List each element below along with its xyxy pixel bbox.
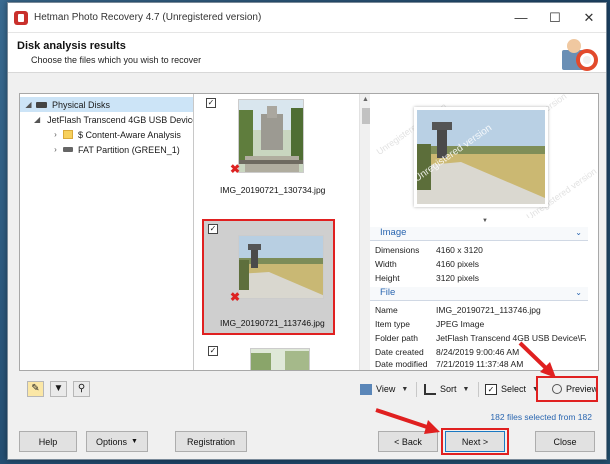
prop-label: Date created [375, 347, 424, 357]
prop-label: Folder path [375, 333, 418, 343]
image-section-header[interactable]: Image ⌄ [370, 227, 588, 241]
help-button[interactable]: Help [19, 431, 77, 452]
lifebuoy-logo-icon [562, 39, 598, 71]
tree-item-usb-device[interactable]: ◢ JetFlash Transcend 4GB USB Device [20, 112, 193, 127]
bottom-toolbar: ✎ ▼ ⚲ View ▼ Sort ▼ ✓ Select ▼ Preview [19, 374, 599, 404]
maximize-button[interactable]: ☐ [538, 3, 572, 33]
thumbnail-checkbox[interactable]: ✓ [206, 98, 216, 108]
scroll-up-icon[interactable]: ▲ [360, 96, 370, 103]
prop-value: 4160 pixels [436, 259, 480, 269]
prop-label: Height [375, 273, 400, 283]
page-title: Disk analysis results [17, 40, 126, 52]
prop-value: 7/21/2019 11:37:48 AM [436, 359, 524, 369]
sort-icon [424, 383, 436, 395]
preview-magnifier-icon [551, 384, 562, 394]
select-label: Select [501, 384, 527, 394]
dropdown-arrow-icon: ▼ [401, 385, 409, 393]
deleted-file-icon: ✖ [230, 290, 241, 304]
toolbar-separator [416, 382, 417, 397]
deleted-file-icon: ✖ [230, 162, 241, 176]
notes-icon[interactable]: ✎ [27, 381, 44, 397]
app-logo-icon [14, 10, 28, 25]
thumbnail-checkbox[interactable]: ✓ [208, 346, 218, 356]
tree-item-label: FAT Partition (GREEN_1) [78, 144, 180, 155]
close-window-button[interactable]: ✕ [572, 3, 606, 33]
tree-item-label: $ Content-Aware Analysis [78, 129, 181, 140]
dropdown-arrow-icon: ▼ [131, 438, 138, 445]
close-button[interactable]: Close [535, 431, 595, 452]
sort-button[interactable]: Sort ▼ [424, 380, 469, 398]
view-icon [360, 383, 372, 395]
view-button[interactable]: View ▼ [360, 380, 408, 398]
tree-item-content-aware[interactable]: › $ Content-Aware Analysis [20, 127, 193, 142]
preview-label: Preview [565, 384, 598, 394]
thumbnail-scrollbar[interactable]: ▲ [359, 94, 370, 370]
tree-item-fat-partition[interactable]: › FAT Partition (GREEN_1) [20, 142, 193, 157]
folder-icon [63, 130, 73, 139]
prop-label: Date modified [375, 359, 428, 369]
prop-label: Item type [375, 319, 410, 329]
expand-arrow-icon[interactable]: › [50, 130, 61, 139]
search-icon[interactable]: ⚲ [73, 381, 90, 397]
expand-arrow-icon[interactable]: › [50, 145, 61, 154]
collapse-caret-icon[interactable]: ⌄ [575, 288, 582, 297]
section-title: Image [380, 227, 407, 238]
prop-value: 4160 x 3120 [436, 245, 483, 255]
prop-value: 8/24/2019 9:00:46 AM [436, 347, 520, 357]
next-button[interactable]: Next > [445, 431, 505, 452]
scrollbar-thumb[interactable] [362, 108, 370, 124]
view-label: View [376, 384, 396, 394]
back-button[interactable]: < Back [378, 431, 438, 452]
prop-label: Dimensions [375, 245, 420, 255]
disk-tree: ◢ Physical Disks ◢ JetFlash Transcend 4G… [20, 94, 194, 370]
file-section-header[interactable]: File ⌄ [370, 287, 588, 301]
prop-value: 3120 pixels [436, 273, 480, 283]
thumbnail-image[interactable] [238, 99, 304, 173]
thumbnail-image[interactable] [250, 348, 310, 370]
tree-item-label: Physical Disks [52, 99, 111, 110]
wizard-header: Disk analysis results Choose the files w… [8, 33, 606, 73]
preview-image-area: Unregistered version Unregistered versio… [370, 94, 598, 218]
thumbnail-filename: IMG_20190721_113746.jpg [220, 318, 325, 328]
prop-value: JetFlash Transcend 4GB USB Device\FA... [436, 333, 586, 343]
preview-pane: Unregistered version Unregistered versio… [370, 94, 598, 370]
options-button[interactable]: Options ▼ [86, 431, 148, 452]
thumbnail-image[interactable] [238, 235, 324, 299]
minimize-button[interactable]: — [504, 3, 538, 33]
dropdown-arrow-icon: ▼ [532, 385, 539, 393]
prop-value: IMG_20190721_113746.jpg [436, 305, 541, 315]
options-label: Options [96, 436, 128, 447]
thumbnail-checkbox[interactable]: ✓ [208, 224, 218, 234]
splitter-arrow-icon[interactable]: ▼ [482, 218, 488, 224]
preview-button[interactable]: Preview [549, 380, 601, 398]
wizard-footer: Help Options ▼ Registration < Back Next … [8, 421, 606, 459]
results-panel: ◢ Physical Disks ◢ JetFlash Transcend 4G… [19, 93, 599, 371]
title-bar: Hetman Photo Recovery 4.7 (Unregistered … [8, 3, 606, 33]
tree-item-label: JetFlash Transcend 4GB USB Device [47, 114, 193, 125]
thumbnail-filename: IMG_20190721_130734.jpg [220, 185, 326, 195]
prop-value: JPEG Image [436, 319, 485, 329]
thumbnail-grid: ✓ ✖ IMG_20190721_130734.jpg ✓ ✖ IMG_2019… [194, 94, 370, 370]
select-button[interactable]: ✓ Select ▼ [485, 380, 539, 398]
tree-item-physical-disks[interactable]: ◢ Physical Disks [20, 97, 193, 112]
prop-label: Width [375, 259, 397, 269]
collapse-caret-icon[interactable]: ⌄ [575, 228, 582, 237]
collapse-arrow-icon[interactable]: ◢ [23, 100, 34, 109]
filter-icon[interactable]: ▼ [50, 381, 67, 397]
sort-label: Sort [440, 384, 457, 394]
partition-icon [63, 147, 73, 152]
collapse-arrow-icon[interactable]: ◢ [34, 115, 40, 124]
prop-label: Name [375, 305, 398, 315]
toolbar-separator [478, 382, 479, 397]
app-window: Hetman Photo Recovery 4.7 (Unregistered … [7, 2, 607, 460]
drive-icon [36, 101, 47, 108]
select-checkbox-icon: ✓ [485, 383, 497, 395]
section-title: File [380, 287, 396, 298]
registration-button[interactable]: Registration [175, 431, 247, 452]
window-title: Hetman Photo Recovery 4.7 (Unregistered … [34, 12, 262, 23]
preview-photo[interactable]: Unregistered version [414, 107, 548, 207]
page-subtitle: Choose the files which you wish to recov… [31, 55, 202, 65]
dropdown-arrow-icon: ▼ [462, 385, 470, 393]
